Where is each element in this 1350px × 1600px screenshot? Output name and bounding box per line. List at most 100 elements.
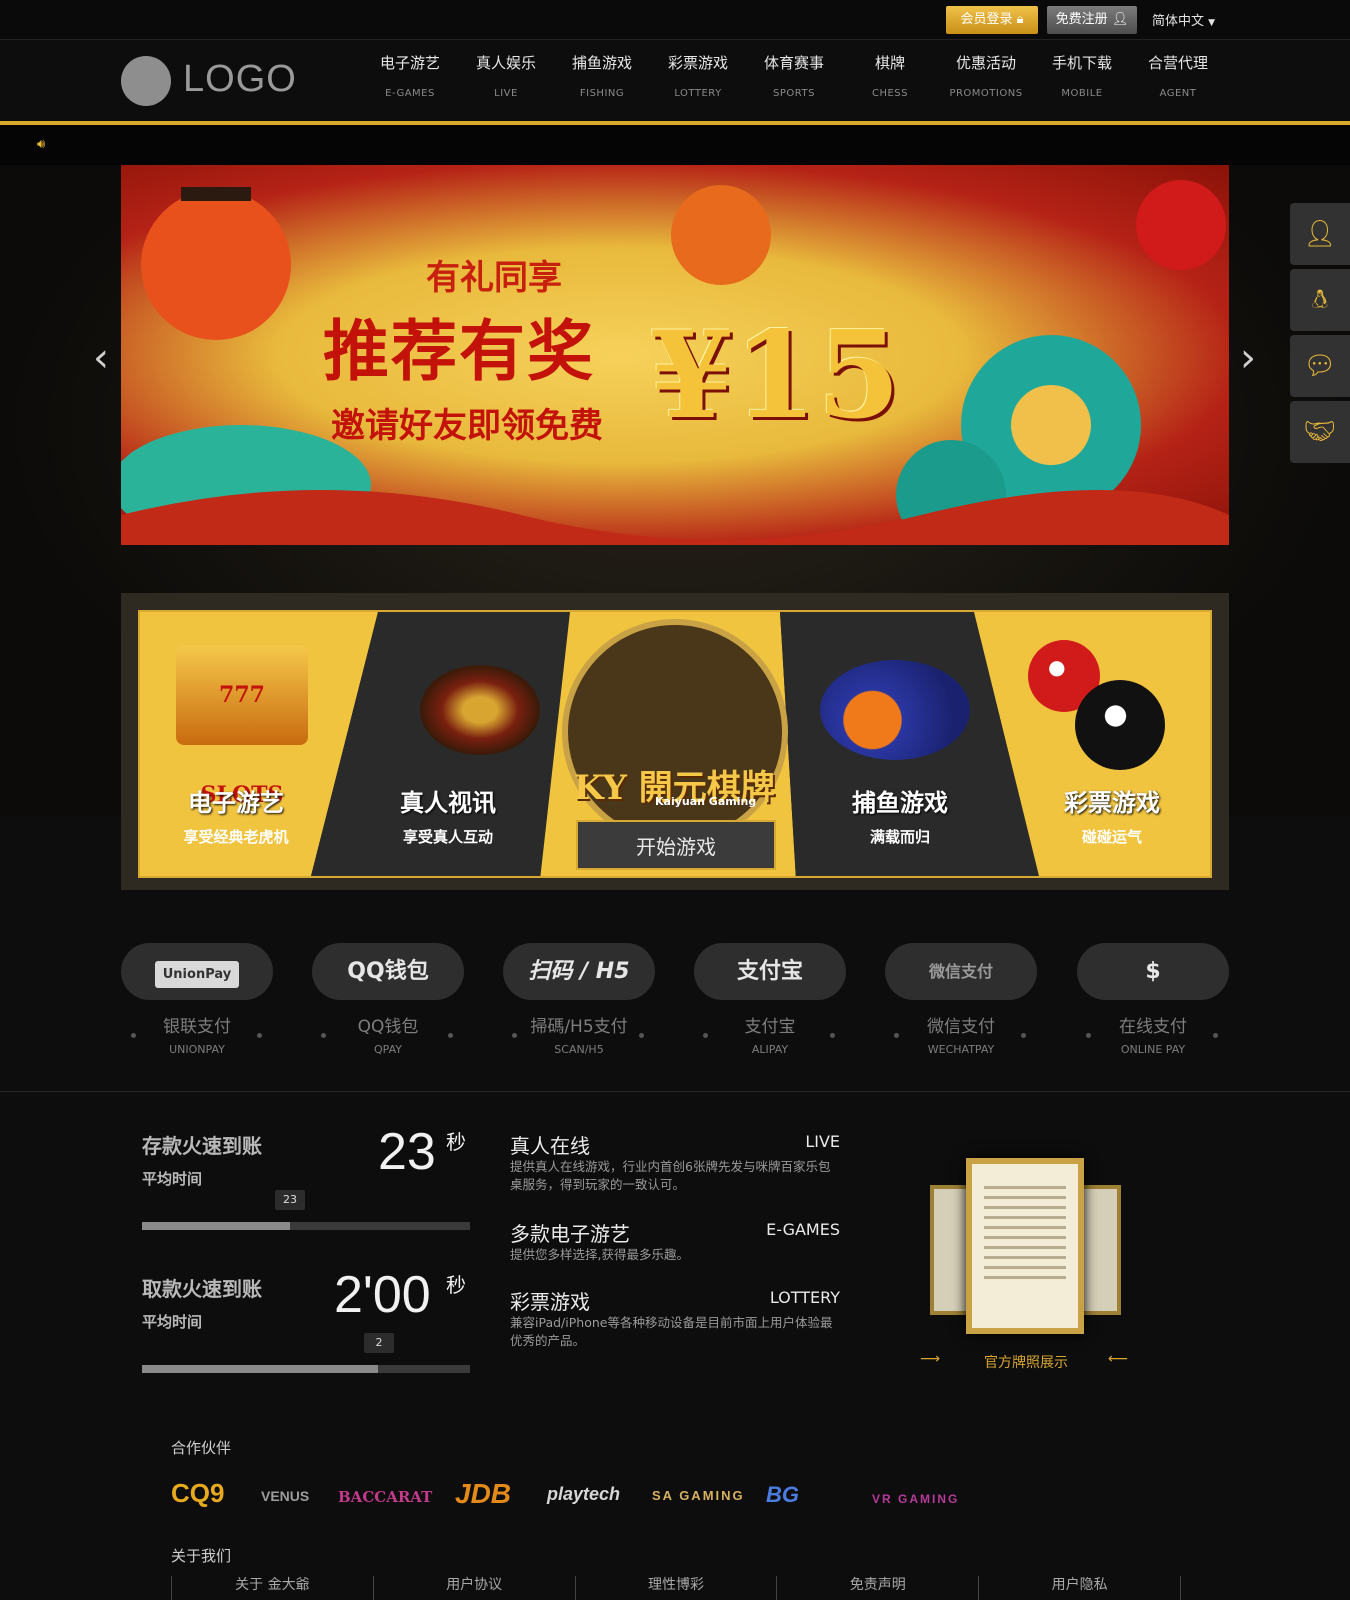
feature-live-desc: 提供真人在线游戏，行业内首创6张牌先发与咪牌百家乐包桌服务，得到玩家的一致认可。 [510,1159,831,1192]
divider-dot [639,1033,644,1038]
deposit-unit: 秒 [446,1130,466,1154]
license-certificate[interactable] [966,1158,1084,1334]
payment-unionpay[interactable]: UnionPay 银联支付 UNIONPAY [121,943,273,1056]
footer-link-terms[interactable]: 用户协议 [374,1576,576,1600]
partner-baccarat[interactable]: BACCARAT [338,1488,432,1506]
payment-scan[interactable]: 扫码 / H5 掃碼/H5支付 SCAN/H5 [503,943,655,1056]
banner-prev-icon[interactable]: ‹ [93,335,109,381]
divider-dot [257,1033,262,1038]
nav-item-chess[interactable]: 棋牌 CHESS [842,52,938,99]
wechat-icon[interactable]: 💬︎ [1290,335,1350,397]
footer-link-privacy[interactable]: 用户隐私 [979,1576,1181,1600]
nav-item-lottery[interactable]: 彩票游戏 LOTTERY [650,52,746,99]
banner-amount: ¥15 [650,305,901,446]
deposit-progress [142,1222,470,1230]
language-label: 简体中文 [1152,14,1205,29]
nav-item-mobile[interactable]: 手机下载 MOBILE [1034,52,1130,99]
payment-sublabel: UNIONPAY [169,1043,225,1056]
scan-icon: 扫码 / H5 [503,943,655,1000]
nav-label: 捕鱼游戏 [571,54,632,72]
slots-art: 777 SLOTS [176,645,308,808]
nav-item-agent[interactable]: 合营代理 AGENT [1130,52,1226,99]
partner-bg[interactable]: BG [766,1482,799,1508]
game-lottery-title[interactable]: 彩票游戏 [1012,783,1212,818]
payment-online[interactable]: $ 在线支付 ONLINE PAY [1077,943,1229,1056]
nav-label: 电子游艺 [379,54,440,72]
footer-link-responsible[interactable]: 理性博彩 [576,1576,778,1600]
withdraw-progress-fill [142,1365,379,1373]
feature-live-title: 真人在线 [510,1134,590,1158]
partner-jdb[interactable]: JDB [455,1478,511,1510]
footer-link-disclaimer[interactable]: 免责声明 [777,1576,980,1600]
divider-dot [1086,1033,1091,1038]
nav-item-egames[interactable]: 电子游艺 E-GAMES [362,52,458,99]
feature-lottery-title: 彩票游戏 [510,1290,590,1314]
customer-service-icon[interactable]: 👤︎ [1290,203,1350,265]
partners-heading: 合作伙伴 [171,1439,232,1457]
partner-vr-gaming[interactable]: VR GAMING [872,1492,959,1506]
divider-dot [448,1033,453,1038]
game-fishing-title[interactable]: 捕鱼游戏 [800,783,1000,818]
game-live-title[interactable]: 真人视讯 [348,783,548,818]
ky-emblem [562,619,788,845]
nav-item-fishing[interactable]: 捕鱼游戏 FISHING [554,52,650,99]
divider-dot [512,1033,517,1038]
qpay-badge: QQ钱包 [347,959,429,984]
withdraw-progress [142,1365,470,1373]
qq-icon[interactable]: 🐧︎ [1290,269,1350,331]
payment-wechat[interactable]: 微信支付 微信支付 WECHATPAY [885,943,1037,1056]
handshake-icon[interactable]: 🤝︎ [1290,401,1350,463]
speaker-icon: 🔊︎ [37,137,46,152]
certificate-text-lines [984,1186,1066,1286]
logo-circle[interactable] [121,56,171,106]
banner-next-icon[interactable]: › [1240,335,1256,381]
partner-cq9[interactable]: CQ9 [171,1478,224,1509]
game-egames-title[interactable]: 电子游艺 [136,783,336,818]
nav-sublabel: LIVE [494,88,518,99]
waves [121,490,1229,545]
payment-sublabel: SCAN/H5 [554,1043,604,1056]
nav-sublabel: PROMOTIONS [949,88,1023,99]
payment-sublabel: WECHATPAY [927,1043,995,1056]
feature-lottery-en: LOTTERY [769,1288,840,1307]
start-game-button[interactable]: 开始游戏 [576,820,776,870]
wechat-badge: 微信支付 [928,962,993,981]
language-select[interactable]: 简体中文 ▼ [1152,10,1215,29]
feature-egames-title: 多款电子游艺 [510,1222,630,1246]
feature-live-en: LIVE [805,1132,840,1151]
partner-sa-gaming[interactable]: SA GAMING [652,1488,745,1503]
feature-egames-en: E-GAMES [766,1220,840,1239]
notice-bar [0,125,1350,165]
divider-dot [1021,1033,1026,1038]
license-label[interactable]: 官方牌照展示 [984,1352,1068,1372]
withdraw-unit: 秒 [446,1273,466,1297]
logo-text[interactable]: LOGO [183,58,297,101]
payment-alipay[interactable]: 支付宝 支付宝 ALIPAY [694,943,846,1056]
payment-label: 掃碼/H5支付 [530,1017,628,1037]
nav-item-live[interactable]: 真人娱乐 LIVE [458,52,554,99]
user-icon: 👤︎ [1111,12,1129,27]
payment-methods: UnionPay 银联支付 UNIONPAY QQ钱包 QQ钱包 QPAY 扫码… [121,943,1229,1063]
divider-dot [131,1033,136,1038]
payment-label: 支付宝 [744,1017,796,1037]
nav-item-promotions[interactable]: 优惠活动 PROMOTIONS [938,52,1034,99]
partner-playtech[interactable]: playtech [547,1484,620,1505]
nav-item-sports[interactable]: 体育赛事 SPORTS [746,52,842,99]
withdraw-title: 取款火速到账 [142,1277,262,1301]
game-fishing-sub: 满载而归 [869,828,930,846]
lantern-left [141,190,291,340]
partner-venus[interactable]: VENUS [261,1488,309,1504]
wechat-pay-icon: 微信支付 [885,943,1037,1000]
divider-dot [1213,1033,1218,1038]
payment-qpay[interactable]: QQ钱包 QQ钱包 QPAY [312,943,464,1056]
chevron-down-icon: ▼ [1208,18,1216,28]
payment-sublabel: ALIPAY [751,1043,789,1056]
divider-dot [830,1033,835,1038]
nav-sublabel: AGENT [1159,88,1197,99]
login-button[interactable]: 会员登录 🔒︎ [946,6,1038,34]
ky-prefix: KY [574,768,627,808]
footer-link-about[interactable]: 关于 金大爺 [171,1576,374,1600]
login-label: 会员登录 [960,12,1013,27]
arrow-right-icon: ⟵ [1108,1351,1129,1367]
register-button[interactable]: 免费注册 👤︎ [1047,6,1137,34]
